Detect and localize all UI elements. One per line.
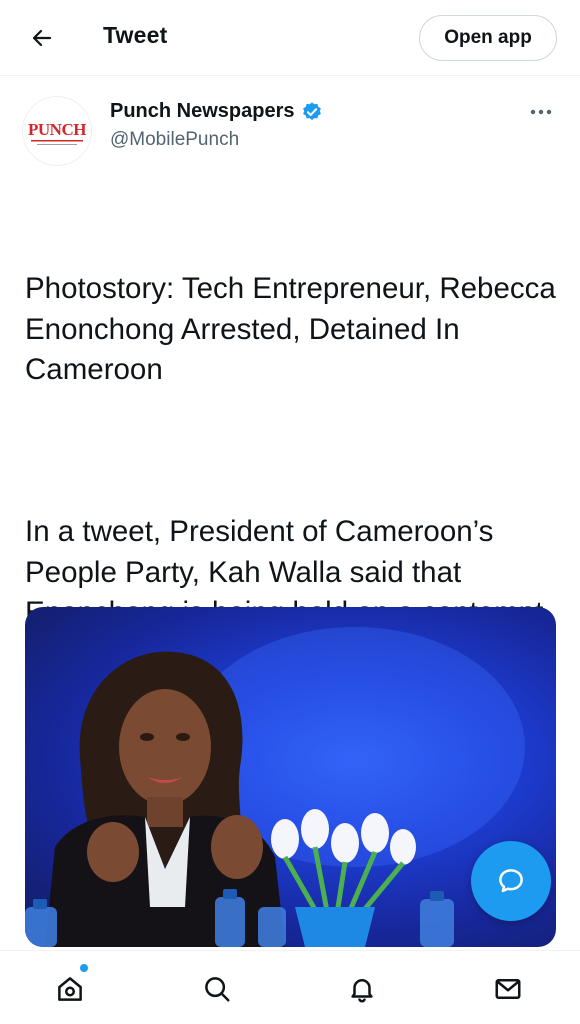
page-title: Tweet — [103, 22, 168, 48]
svg-text:PUNCH: PUNCH — [28, 120, 86, 139]
open-app-button[interactable]: Open app — [419, 15, 557, 61]
home-icon — [58, 977, 82, 1001]
search-icon — [205, 977, 230, 1002]
more-options-button[interactable] — [526, 100, 556, 124]
nav-search[interactable] — [197, 969, 237, 1009]
arrow-left-icon — [32, 29, 52, 47]
nav-notifications[interactable] — [342, 969, 382, 1009]
avatar[interactable]: PUNCH — [22, 96, 92, 166]
punch-logo: PUNCH — [28, 120, 87, 145]
top-bar: Tweet Open app — [0, 0, 580, 76]
more-horizontal-icon — [530, 109, 552, 115]
mail-icon — [495, 979, 521, 999]
reply-bubble-icon — [499, 869, 523, 893]
author-name-row[interactable]: Punch Newspapers — [110, 100, 323, 123]
bottom-nav — [0, 950, 580, 1024]
nav-home[interactable] — [50, 969, 90, 1009]
author-handle[interactable]: @MobilePunch — [110, 129, 239, 151]
nav-messages[interactable] — [488, 969, 528, 1009]
tweet-headline: Photostory: Tech Entrepreneur, Rebecca E… — [25, 272, 564, 386]
bell-icon — [351, 979, 373, 1003]
author-name[interactable]: Punch Newspapers — [110, 100, 295, 123]
reply-fab[interactable] — [471, 841, 551, 921]
verified-badge-icon — [302, 101, 321, 120]
back-button[interactable] — [22, 18, 62, 58]
home-unread-dot — [80, 964, 88, 972]
